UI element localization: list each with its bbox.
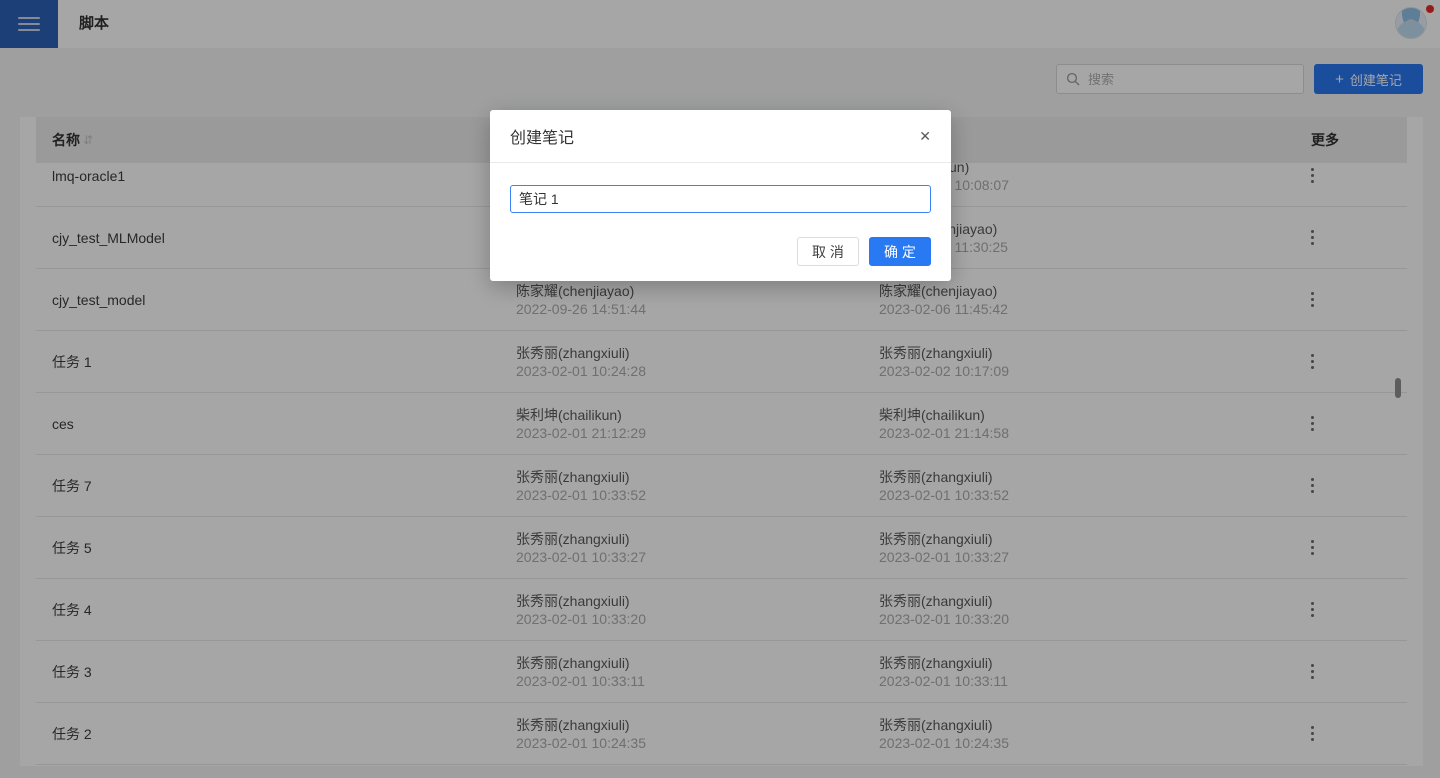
cancel-button[interactable]: 取 消 bbox=[797, 237, 859, 266]
modal-body bbox=[490, 163, 951, 213]
confirm-button[interactable]: 确 定 bbox=[869, 237, 931, 266]
modal-header: 创建笔记 ✕ bbox=[490, 110, 951, 163]
create-note-modal: 创建笔记 ✕ 取 消 确 定 bbox=[490, 110, 951, 281]
note-name-input[interactable] bbox=[510, 185, 931, 213]
close-icon[interactable]: ✕ bbox=[919, 129, 931, 143]
modal-footer: 取 消 确 定 bbox=[490, 213, 951, 266]
modal-title: 创建笔记 bbox=[510, 124, 574, 148]
